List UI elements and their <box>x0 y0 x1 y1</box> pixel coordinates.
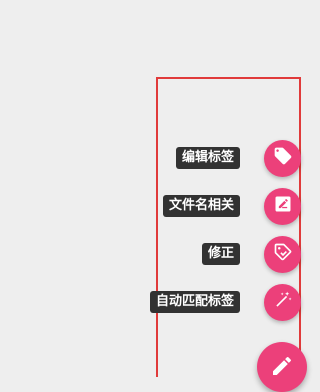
menu-item-label: 编辑标签 <box>175 147 240 169</box>
menu-item-label: 修正 <box>201 243 240 265</box>
edit-tags-button[interactable] <box>264 139 301 177</box>
menu-item-edit-tags[interactable]: 编辑标签 <box>175 139 301 177</box>
main-fab-button[interactable] <box>257 342 307 392</box>
filename-button[interactable] <box>264 187 301 225</box>
menu-item-label: 自动匹配标签 <box>149 291 240 313</box>
edit-icon <box>273 194 293 218</box>
menu-item-fix[interactable]: 修正 <box>201 235 301 273</box>
fix-button[interactable] <box>264 235 301 273</box>
tag-icon <box>273 146 293 170</box>
menu-item-auto-match[interactable]: 自动匹配标签 <box>149 283 301 321</box>
menu-item-filename[interactable]: 文件名相关 <box>162 187 301 225</box>
magic-wand-icon <box>273 290 293 314</box>
tag-check-icon <box>273 242 293 266</box>
auto-match-button[interactable] <box>264 283 301 321</box>
highlight-frame <box>156 77 301 377</box>
menu-item-label: 文件名相关 <box>162 195 240 217</box>
pencil-icon <box>270 342 294 382</box>
